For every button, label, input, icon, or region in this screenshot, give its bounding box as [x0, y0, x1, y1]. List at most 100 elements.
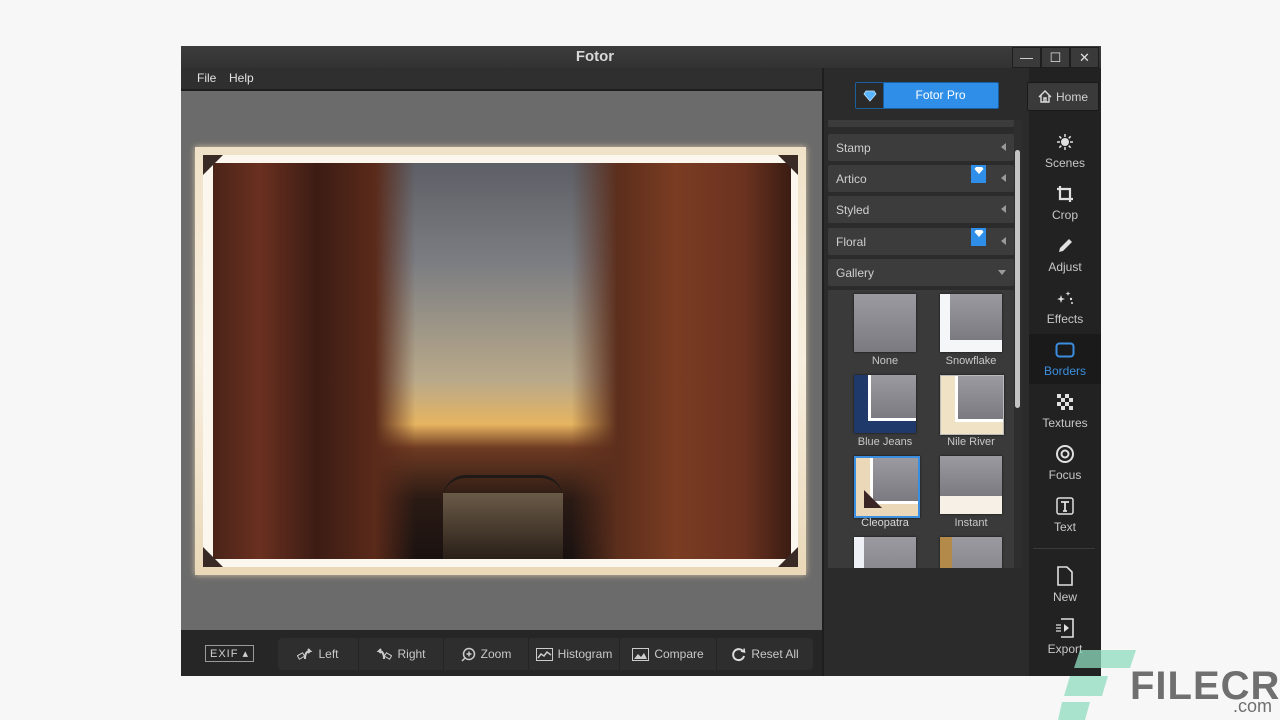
histogram-label: Histogram [557, 647, 613, 661]
histogram-icon [535, 647, 553, 661]
category-label: Stamp [836, 141, 871, 155]
rotate-left-label: Left [318, 647, 339, 661]
category-label: Gallery [836, 266, 875, 280]
new-file-icon [1057, 566, 1073, 586]
thumb-label: Instant [954, 517, 988, 529]
pencil-icon [1059, 239, 1072, 252]
border-thumb-instant[interactable] [940, 456, 1002, 514]
filecr-logo-icon [1058, 650, 1136, 720]
nav-label: Effects [1046, 312, 1084, 326]
border-category-list: Stamp Artico Styled Floral Gallery None … [828, 120, 1014, 568]
compare-icon [632, 647, 650, 661]
expand-arrow-icon [998, 270, 1006, 275]
zoom-icon [461, 647, 475, 662]
minimize-button[interactable]: — [1012, 47, 1041, 68]
fotor-pro-label: Fotor Pro [915, 88, 966, 102]
gallery-grid: None Snowflake Blue Jeans Nile River Cle… [828, 290, 1014, 568]
collapse-arrow-icon [1001, 143, 1006, 151]
scrollbar-thumb[interactable] [1015, 150, 1020, 408]
nav-textures[interactable]: Textures [1029, 386, 1101, 436]
category-floral[interactable]: Floral [828, 228, 1014, 255]
exif-button[interactable]: EXIF ▴ [205, 645, 255, 662]
nav-new[interactable]: New [1029, 560, 1101, 610]
thumb-label: None [871, 355, 899, 367]
home-icon [1038, 90, 1052, 103]
collapse-arrow-icon [1001, 237, 1006, 245]
frame-corner-tr [778, 155, 798, 175]
image-canvas[interactable] [181, 91, 822, 630]
border-thumb-none[interactable] [854, 294, 916, 352]
filecr-watermark: FILECR .com [1058, 650, 1279, 720]
sparkle-icon [1057, 291, 1073, 304]
thumb-label: Nile River [947, 436, 995, 448]
rotate-right-button[interactable]: Right [359, 638, 444, 670]
border-thumb-nile-river[interactable] [940, 375, 1004, 435]
photo-border-frame [195, 147, 806, 575]
collapse-arrow-icon [1001, 205, 1006, 213]
category-styled[interactable]: Styled [828, 196, 1014, 223]
sun-icon [1057, 134, 1073, 150]
diamond-icon [862, 90, 877, 102]
menu-file[interactable]: File [197, 71, 216, 85]
title-bar: Fotor — ☐ ✕ [181, 46, 1101, 69]
nav-label: Crop [1051, 208, 1078, 222]
menu-bar: File Help [181, 68, 822, 91]
border-thumb-snowflake[interactable] [940, 294, 1002, 352]
thumb-label: Snowflake [945, 355, 997, 367]
nav-adjust[interactable]: Adjust [1029, 230, 1101, 280]
rotate-left-icon [297, 648, 313, 660]
crop-icon [1057, 186, 1073, 202]
category-artico[interactable]: Artico [828, 165, 1014, 192]
frame-corner-bl [203, 547, 223, 567]
category-stamp[interactable]: Stamp [828, 134, 1014, 161]
nav-label: New [1052, 590, 1077, 604]
checker-icon [1057, 394, 1073, 410]
focus-icon [1056, 445, 1074, 463]
nav-label: Adjust [1048, 260, 1082, 274]
nav-label: Scenes [1044, 156, 1086, 170]
frame-corner-br [778, 547, 798, 567]
nav-focus[interactable]: Focus [1029, 438, 1101, 488]
borders-panel: Fotor Pro Stamp Artico Styled Floral Gal… [822, 68, 1029, 676]
category-gallery[interactable]: Gallery [828, 259, 1014, 286]
menu-help[interactable]: Help [229, 71, 254, 85]
rotate-left-button[interactable]: Left [278, 638, 359, 670]
nav-effects[interactable]: Effects [1029, 282, 1101, 332]
fotor-pro-button[interactable]: Fotor Pro [855, 82, 999, 109]
border-thumb-partial-1[interactable] [854, 537, 916, 568]
reset-all-label: Reset All [751, 647, 799, 661]
rotate-right-icon [377, 648, 393, 660]
gallery-scrollbar[interactable] [1014, 120, 1022, 568]
category-label: Styled [836, 203, 870, 217]
category-partial[interactable] [828, 120, 1014, 127]
maximize-button[interactable]: ☐ [1041, 47, 1070, 68]
watermark-domain: .com [1233, 696, 1273, 716]
nav-label: Borders [1043, 364, 1087, 378]
compare-button[interactable]: Compare [620, 638, 717, 670]
nav-text[interactable]: Text [1029, 490, 1101, 540]
border-thumb-partial-2[interactable] [940, 537, 1002, 568]
border-thumb-blue-jeans[interactable] [854, 375, 916, 433]
home-button[interactable]: Home [1027, 82, 1099, 111]
category-label: Floral [836, 235, 867, 249]
thumb-label: Cleopatra [861, 517, 909, 529]
nav-borders[interactable]: Borders [1029, 334, 1101, 384]
border-thumb-cleopatra[interactable] [854, 456, 920, 518]
text-icon [1056, 497, 1074, 515]
nav-label: Text [1053, 520, 1076, 534]
nav-label: Textures [1042, 416, 1088, 430]
reset-all-button[interactable]: Reset All [717, 638, 813, 670]
border-icon [1055, 342, 1075, 358]
app-window: Fotor — ☐ ✕ File Help EXIF ▴ Left Right … [181, 46, 1101, 676]
nav-scenes[interactable]: Scenes [1029, 126, 1101, 176]
nav-crop[interactable]: Crop [1029, 178, 1101, 228]
reset-icon [732, 647, 746, 661]
histogram-button[interactable]: Histogram [529, 638, 620, 670]
close-button[interactable]: ✕ [1070, 47, 1099, 68]
thumb-label: Blue Jeans [857, 436, 913, 448]
window-title: Fotor [575, 48, 615, 65]
category-label: Artico [836, 172, 867, 186]
rotate-right-label: Right [397, 647, 426, 661]
zoom-button[interactable]: Zoom [444, 638, 529, 670]
side-nav: Home Scenes Crop Adjust Effects Borders … [1027, 68, 1101, 676]
